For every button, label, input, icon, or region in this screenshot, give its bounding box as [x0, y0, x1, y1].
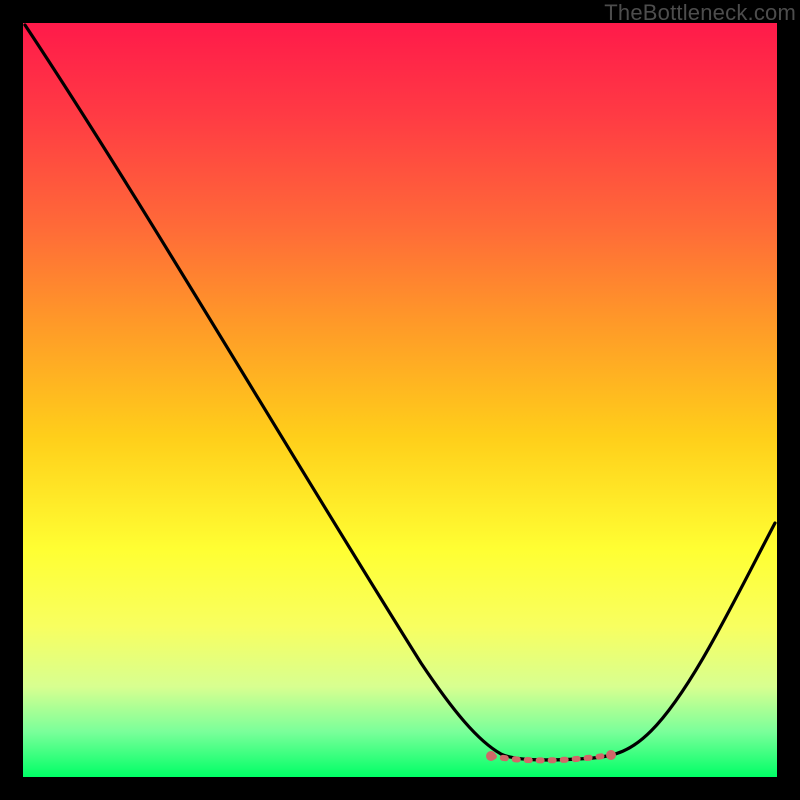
bottleneck-curve — [25, 25, 775, 760]
plateau-marker-dot-left — [486, 751, 496, 761]
watermark-text: TheBottleneck.com — [604, 0, 796, 26]
chart-svg — [23, 23, 777, 777]
plateau-marker-dot-right — [606, 750, 616, 760]
chart-plot-area — [23, 23, 777, 777]
